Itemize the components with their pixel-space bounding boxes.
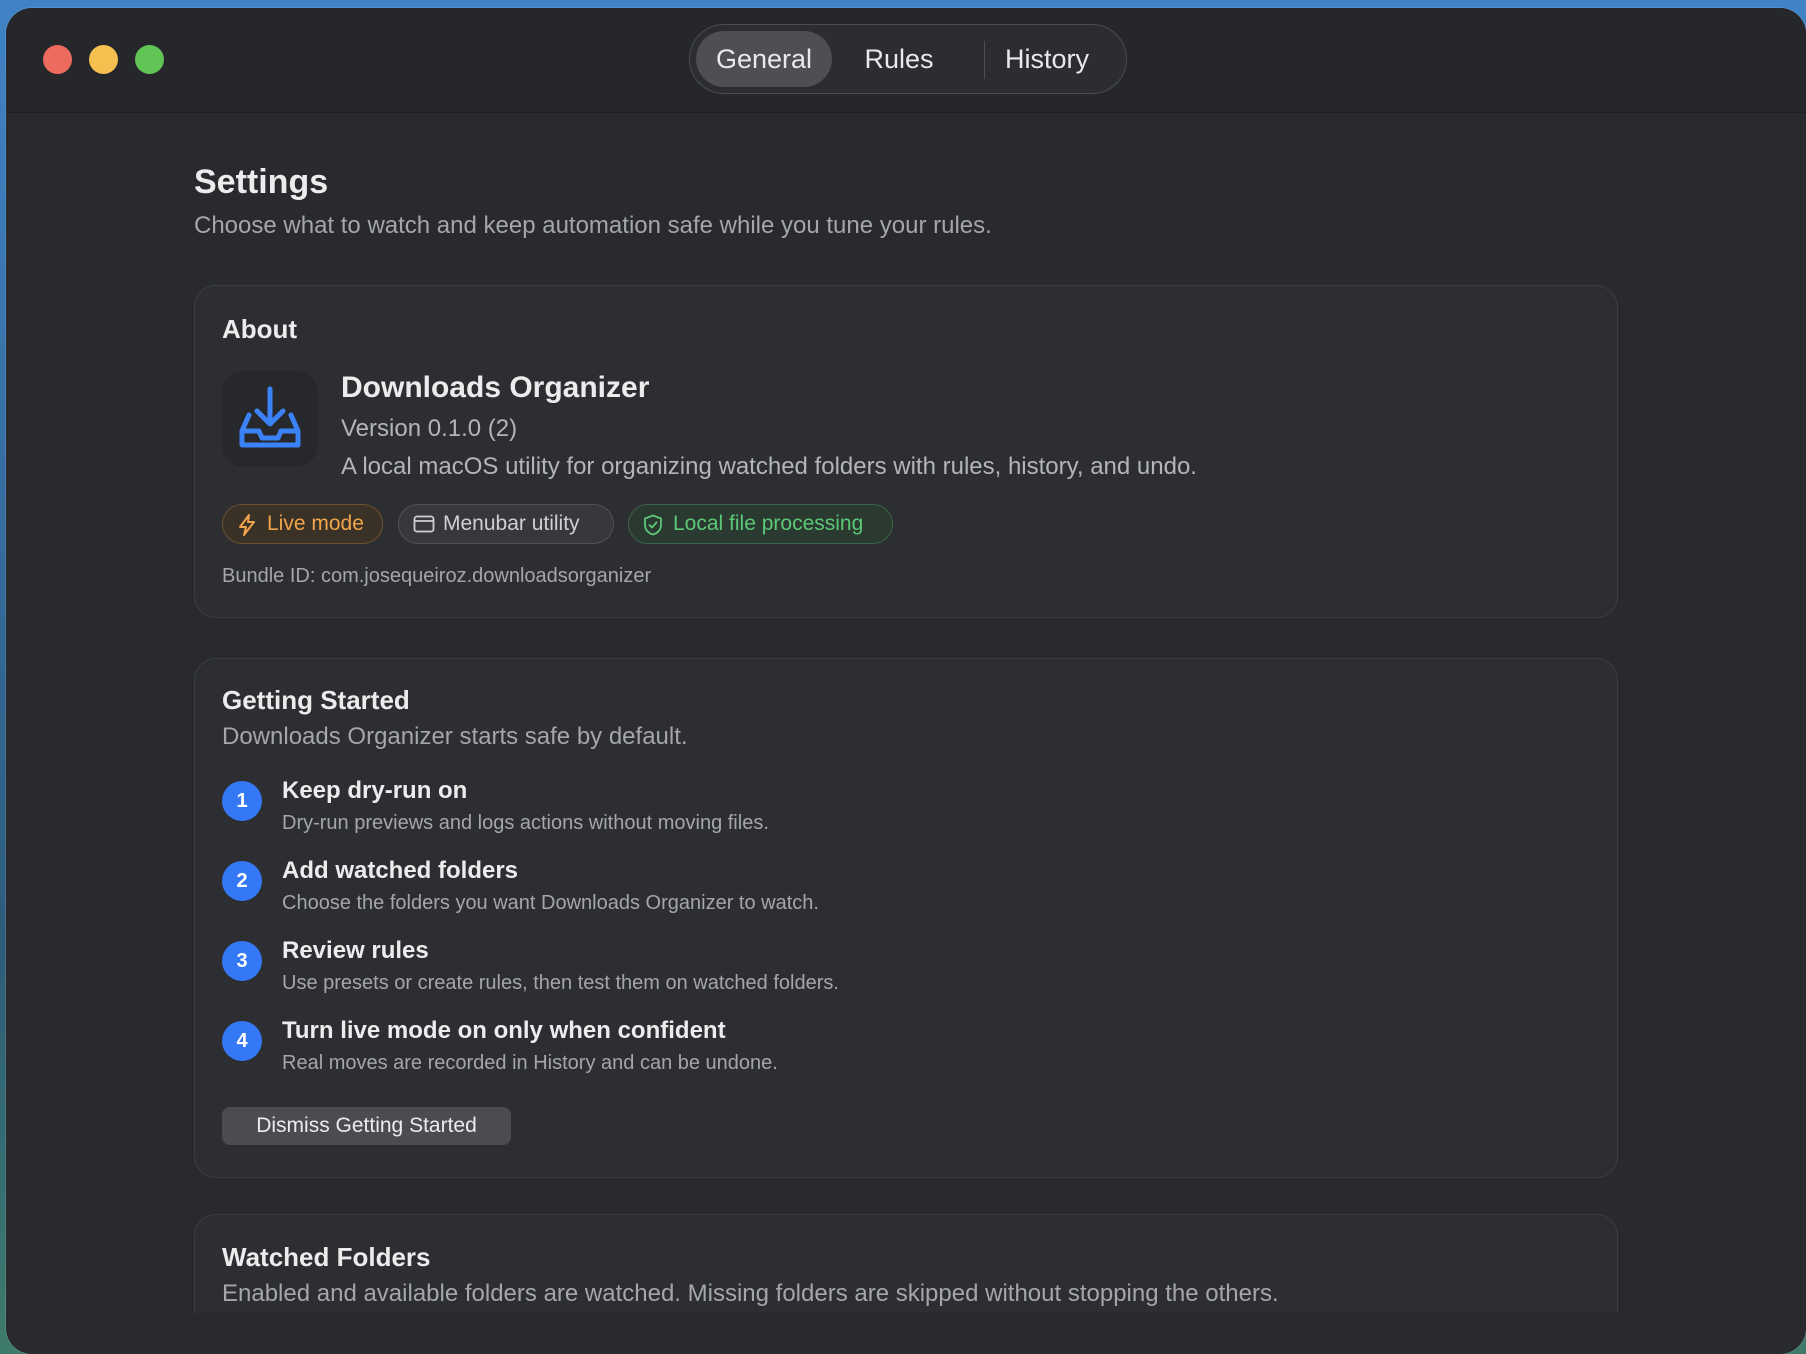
window-icon [413, 515, 435, 533]
app-window: General Rules History Settings Choose wh… [6, 8, 1806, 1354]
step-number: 4 [222, 1021, 262, 1061]
zoom-window-button[interactable] [135, 45, 164, 74]
menubar-utility-label: Menubar utility [443, 512, 580, 535]
tab-general[interactable]: General [696, 31, 832, 87]
step-item: 3 Review rules Use presets or create rul… [222, 937, 1122, 1007]
local-processing-label: Local file processing [673, 512, 864, 535]
dismiss-getting-started-button[interactable]: Dismiss Getting Started [222, 1107, 511, 1145]
minimize-window-button[interactable] [89, 45, 118, 74]
watched-folders-title: Watched Folders [222, 1242, 431, 1272]
app-version: Version 0.1.0 (2) [341, 415, 518, 442]
app-description: A local macOS utility for organizing wat… [341, 453, 1197, 480]
step-number: 1 [222, 781, 262, 821]
step-description: Dry-run previews and logs actions withou… [282, 812, 769, 834]
step-item: 2 Add watched folders Choose the folders… [222, 857, 1122, 927]
step-item: 1 Keep dry-run on Dry-run previews and l… [222, 777, 1122, 847]
page-subtitle: Choose what to watch and keep automation… [194, 212, 992, 239]
tab-segmented-control: General Rules History [689, 24, 1127, 94]
watched-folders-card: Watched Folders Enabled and available fo… [194, 1214, 1618, 1313]
bundle-id: Bundle ID: com.josequeiroz.downloadsorga… [222, 565, 652, 587]
page-title: Settings [194, 163, 329, 201]
close-window-button[interactable] [43, 45, 72, 74]
step-description: Real moves are recorded in History and c… [282, 1052, 778, 1074]
step-title: Review rules [282, 937, 429, 964]
step-title: Add watched folders [282, 857, 519, 884]
watched-folders-subtitle: Enabled and available folders are watche… [222, 1280, 1279, 1307]
step-description: Use presets or create rules, then test t… [282, 972, 839, 994]
step-title: Keep dry-run on [282, 777, 468, 804]
local-processing-badge: Local file processing [628, 504, 893, 544]
getting-started-title: Getting Started [222, 685, 410, 715]
live-mode-badge: Live mode [222, 504, 383, 544]
settings-content[interactable]: Settings Choose what to watch and keep a… [6, 113, 1806, 1313]
tab-rules[interactable]: Rules [836, 31, 962, 87]
app-name: Downloads Organizer [341, 371, 650, 404]
shield-check-icon [644, 514, 662, 536]
live-mode-label: Live mode [267, 512, 364, 535]
menubar-utility-badge: Menubar utility [398, 504, 614, 544]
bolt-icon [239, 514, 255, 536]
tray-arrow-down-icon [222, 371, 318, 467]
about-card: About Downloads Organizer Version 0.1.0 … [194, 285, 1618, 618]
step-item: 4 Turn live mode on only when confident … [222, 1017, 1122, 1087]
step-number: 3 [222, 941, 262, 981]
title-bar: General Rules History [6, 8, 1806, 113]
getting-started-subtitle: Downloads Organizer starts safe by defau… [222, 723, 688, 750]
step-number: 2 [222, 861, 262, 901]
step-title: Turn live mode on only when confident [282, 1017, 726, 1044]
step-description: Choose the folders you want Downloads Or… [282, 892, 819, 914]
about-title: About [222, 314, 298, 344]
tab-history[interactable]: History [972, 31, 1122, 87]
getting-started-card: Getting Started Downloads Organizer star… [194, 658, 1618, 1178]
